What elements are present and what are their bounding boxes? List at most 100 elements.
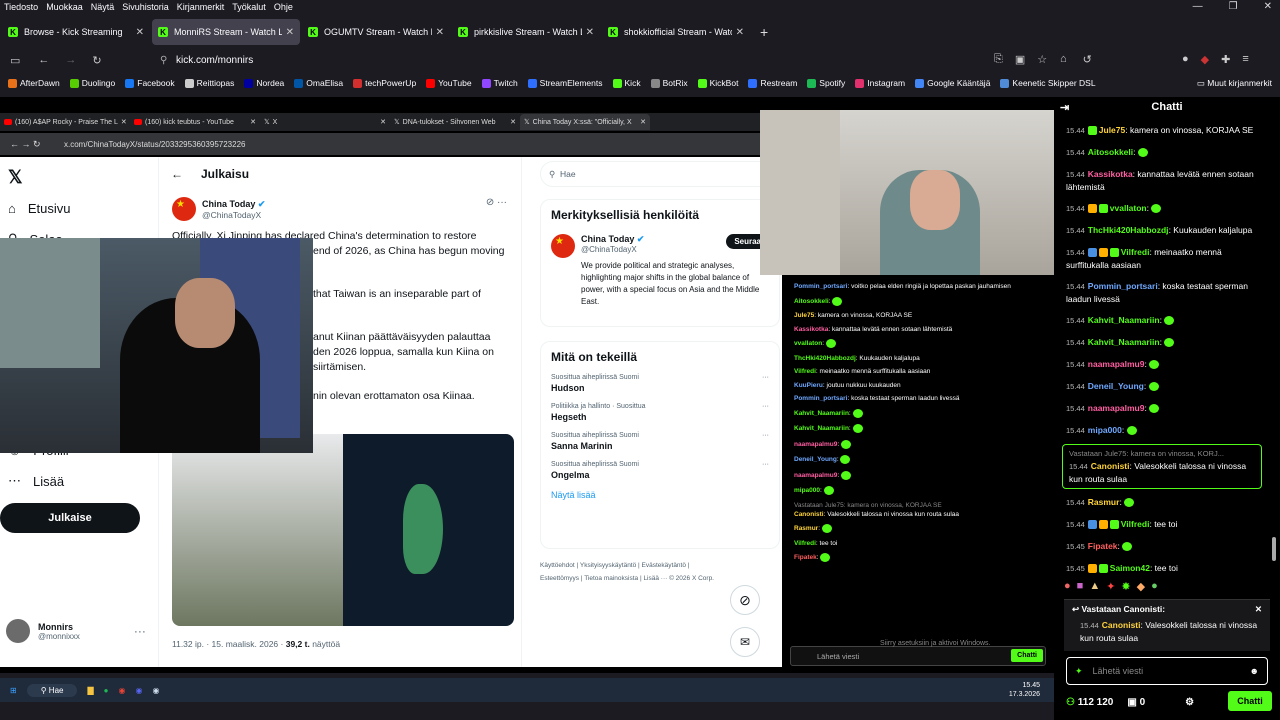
- chat-username[interactable]: Kahvit_Naamariin: [1088, 315, 1160, 325]
- chat-username[interactable]: Kassikotka: [1088, 169, 1133, 179]
- chat-username[interactable]: naamapalmu9: [1088, 359, 1145, 369]
- chat-message[interactable]: 15.44 Deneil_Young:: [1054, 377, 1270, 396]
- chat-message[interactable]: 15.44 Vilfredi: meinaatko mennä surffituk…: [1054, 243, 1270, 274]
- chat-message[interactable]: 15.44 Kahvit_Naamariin:: [1054, 311, 1270, 330]
- close-reply-icon[interactable]: ✕: [1255, 604, 1262, 615]
- puzzle-icon[interactable]: ✚: [1221, 53, 1230, 66]
- close-tab-icon[interactable]: ✕: [436, 27, 444, 38]
- chat-username[interactable]: Vilfredi: [1121, 247, 1150, 257]
- emoji-icon[interactable]: ☻: [1250, 666, 1259, 676]
- chat-message[interactable]: 15.44 Pommin_portsari: koska testaat sper…: [1054, 277, 1270, 308]
- chat-input[interactable]: ✦ Lähetä viesti ☻: [1066, 657, 1268, 685]
- maximize-icon[interactable]: ❐: [1229, 1, 1238, 12]
- menu-item[interactable]: Kirjanmerkit: [177, 2, 225, 12]
- send-chat-button[interactable]: Chatti: [1228, 691, 1272, 711]
- chat-message[interactable]: 15.44 mipa000:: [1054, 421, 1270, 440]
- menu-item[interactable]: Ohje: [274, 2, 293, 12]
- bookmark-item[interactable]: Facebook: [125, 78, 175, 88]
- settings-icon[interactable]: ⚙: [1185, 697, 1194, 708]
- minimize-icon[interactable]: —: [1193, 1, 1203, 12]
- reload-icon[interactable]: ↻: [92, 54, 101, 67]
- sync-icon[interactable]: ↺: [1083, 53, 1092, 66]
- home-icon[interactable]: ⌂: [1060, 53, 1067, 66]
- collapse-chat-icon[interactable]: ⇥: [1060, 101, 1069, 114]
- chat-username[interactable]: Deneil_Young: [1088, 381, 1144, 391]
- close-tab-icon[interactable]: ✕: [136, 27, 144, 38]
- menu-item[interactable]: Muokkaa: [46, 2, 83, 12]
- menu-item[interactable]: Työkalut: [232, 2, 266, 12]
- chat-username[interactable]: Vilfredi: [1121, 519, 1150, 529]
- chat-username[interactable]: Rasmur: [1088, 497, 1120, 507]
- bookmark-item[interactable]: KickBot: [697, 78, 738, 88]
- address-bar[interactable]: ⚲ kick.com/monnirs: [152, 50, 1058, 70]
- pip-icon[interactable]: ▣: [1015, 53, 1025, 66]
- bookmark-item[interactable]: StreamElements: [527, 78, 603, 88]
- browser-tab[interactable]: Kshokkiofficial Stream - Watc ✕: [602, 19, 750, 45]
- chat-username[interactable]: Fipatek: [1088, 541, 1118, 551]
- bookmark-item[interactable]: Kick: [612, 78, 641, 88]
- bookmark-item[interactable]: AfterDawn: [8, 78, 60, 88]
- chat-username[interactable]: mipa000: [1088, 425, 1122, 435]
- chat-username[interactable]: Pommin_portsari: [1088, 281, 1158, 291]
- kicks-icon[interactable]: ▣: [1127, 697, 1136, 708]
- menu-icon[interactable]: ≡: [1242, 53, 1248, 66]
- chat-message[interactable]: 15.44 ThcHki420Habbozdj: Kuukauden kaljal…: [1054, 221, 1270, 240]
- chat-username[interactable]: Kahvit_Naamariin: [1088, 337, 1160, 347]
- browser-tab[interactable]: K OGUMTV Stream - Watch L ✕: [302, 19, 450, 45]
- chat-message[interactable]: 15.44 Rasmur:: [1054, 493, 1270, 512]
- close-tab-icon[interactable]: ✕: [736, 27, 744, 38]
- chat-reply-message[interactable]: Vastataan Jule75: kamera on vinossa, KOR…: [1062, 444, 1262, 489]
- new-tab-icon[interactable]: +: [760, 24, 768, 40]
- emote-bar[interactable]: ● ■ ▲ ✦ ✸ ◆ ●: [1064, 575, 1270, 597]
- chat-message[interactable]: 15.44 naamapalmu9:: [1054, 355, 1270, 374]
- screenshot-icon[interactable]: ⎘: [994, 53, 1003, 66]
- close-tab-icon[interactable]: ✕: [586, 27, 594, 38]
- bookmark-item[interactable]: Twitch: [481, 78, 518, 88]
- bookmark-item[interactable]: Reittiopas: [184, 78, 234, 88]
- chat-message[interactable]: 15.45 Fipatek:: [1054, 537, 1270, 556]
- browser-tab[interactable]: K MonniRS Stream - Watch L ✕: [152, 19, 300, 45]
- bookmark-item[interactable]: Nordea: [244, 78, 284, 88]
- bookmark-item[interactable]: Keenetic Skipper DSL: [1000, 78, 1096, 88]
- ublock-icon[interactable]: ◆: [1201, 53, 1209, 66]
- close-tab-icon[interactable]: ✕: [286, 27, 294, 38]
- chat-username[interactable]: naamapalmu9: [1088, 403, 1145, 413]
- chat-username[interactable]: Canonisti: [1091, 461, 1130, 471]
- chat-username[interactable]: Aitosokkeli: [1088, 147, 1133, 157]
- bookmark-item[interactable]: Spotify: [807, 78, 845, 88]
- close-icon[interactable]: ✕: [1264, 1, 1272, 12]
- sparkle-icon[interactable]: ✦: [1075, 666, 1083, 677]
- sidebar-toggle-icon[interactable]: ▭: [10, 54, 20, 67]
- chat-scrollbar[interactable]: [1272, 537, 1276, 561]
- menu-item[interactable]: Tiedosto: [4, 2, 38, 12]
- chat-message[interactable]: 15.44 Kahvit_Naamariin:: [1054, 333, 1270, 352]
- chat-message[interactable]: 15.44 Jule75: kamera on vinossa, KORJAA S…: [1054, 121, 1270, 140]
- other-bookmarks[interactable]: ▭ Muut kirjanmerkit: [1197, 78, 1272, 89]
- bookmark-item[interactable]: Google Kääntäjä: [915, 78, 990, 88]
- bookmark-star-icon[interactable]: ☆: [1037, 53, 1047, 66]
- bookmark-item[interactable]: Instagram: [855, 78, 905, 88]
- bookmark-item[interactable]: BotRix: [650, 78, 688, 88]
- bookmark-item[interactable]: Duolingo: [69, 78, 115, 88]
- menu-item[interactable]: Sivuhistoria: [122, 2, 169, 12]
- menu-item[interactable]: Näytä: [91, 2, 115, 12]
- bookmark-item[interactable]: techPowerUp: [353, 78, 416, 88]
- site-info-icon[interactable]: ⚲: [160, 55, 167, 66]
- browser-tab[interactable]: Kpirkkislive Stream - Watch L ✕: [452, 19, 600, 45]
- chat-username[interactable]: vvallaton: [1110, 203, 1147, 213]
- forward-icon[interactable]: →: [65, 54, 76, 66]
- chat-message[interactable]: 15.44 Vilfredi: tee toi: [1054, 515, 1270, 534]
- chat-message[interactable]: 15.44 naamapalmu9:: [1054, 399, 1270, 418]
- chat-username[interactable]: ThcHki420Habbozdj: [1088, 225, 1169, 235]
- chat-message[interactable]: 15.44 vvallaton:: [1054, 199, 1270, 218]
- chat-username[interactable]: Jule75: [1099, 125, 1125, 135]
- chat-message[interactable]: 15.44 Kassikotka: kannattaa levätä ennen …: [1054, 165, 1270, 196]
- extension-icon[interactable]: ●: [1182, 53, 1189, 66]
- bookmark-item[interactable]: Restream: [748, 78, 797, 88]
- chat-username[interactable]: Saimon42: [1110, 563, 1150, 573]
- bookmark-item[interactable]: OmaElisa: [294, 78, 343, 88]
- browser-tab[interactable]: K Browse - Kick Streaming ✕: [2, 19, 150, 45]
- back-icon[interactable]: ←: [38, 54, 49, 66]
- chat-message[interactable]: 15.44 Aitosokkeli:: [1054, 143, 1270, 162]
- bookmark-item[interactable]: YouTube: [426, 78, 472, 88]
